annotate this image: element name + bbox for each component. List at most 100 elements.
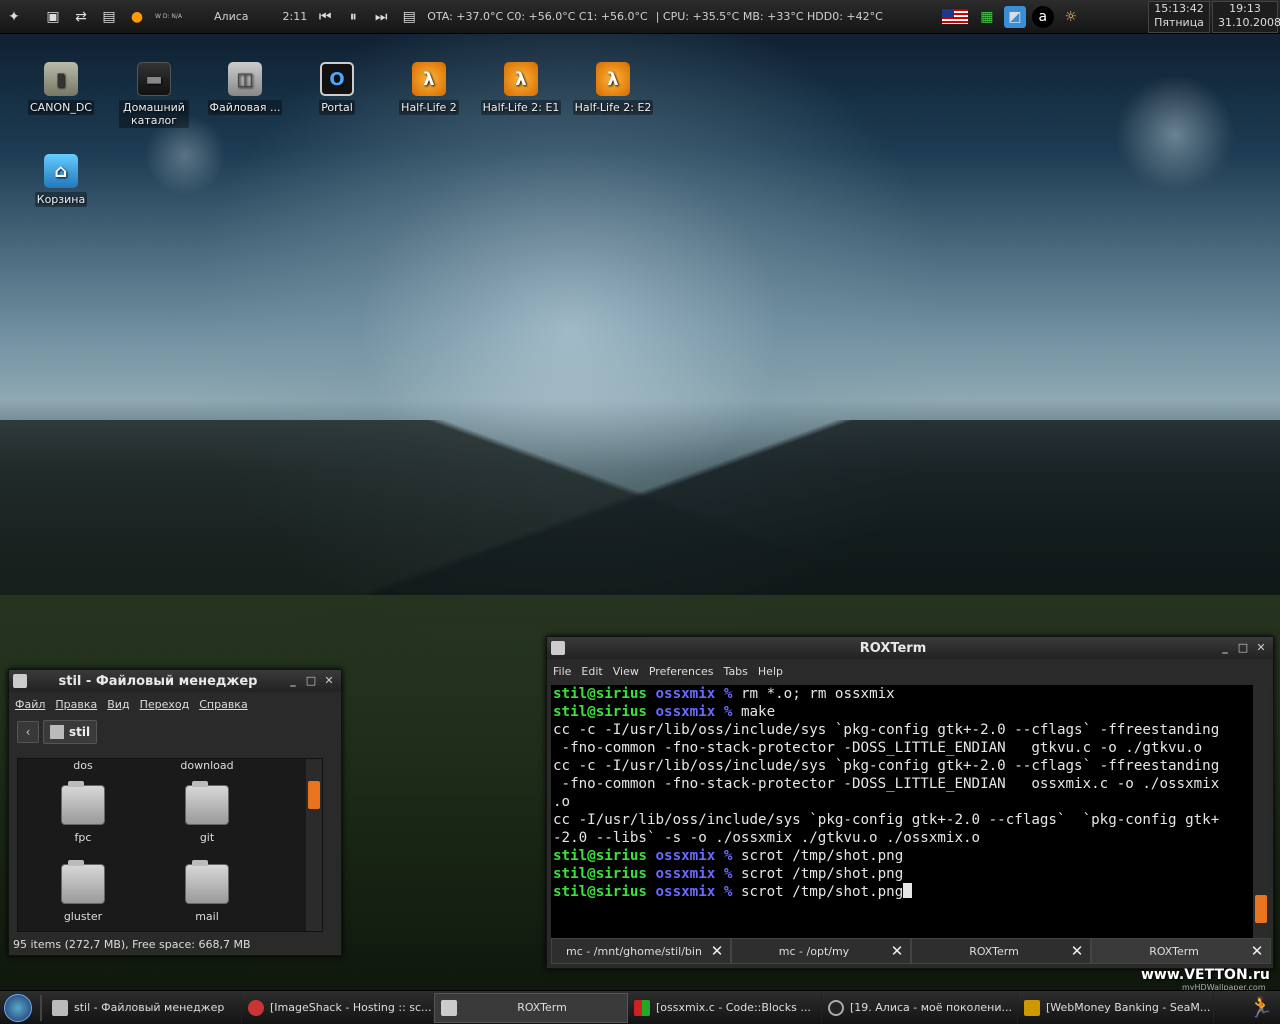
file-item[interactable]: gluster [28, 860, 138, 923]
scrollbar-thumb[interactable] [308, 781, 320, 809]
menu-go[interactable]: Переход [140, 698, 190, 711]
weather-icon: ● [130, 8, 144, 25]
terminal-tab-active[interactable]: ROXTerm ✕ [1091, 938, 1271, 964]
scrollbar-thumb[interactable] [1255, 895, 1267, 923]
codeblocks-icon [634, 999, 650, 1016]
taskbar-separator [40, 994, 42, 1021]
app-menu-icon[interactable]: ✦ [3, 6, 25, 28]
tab-close-icon[interactable]: ✕ [710, 942, 724, 960]
folder-icon [61, 860, 105, 904]
taskbar-item-codeblocks[interactable]: [ossxmix.c - Code::Blocks ... [628, 992, 822, 1023]
close-icon[interactable]: ✕ [1253, 640, 1269, 656]
taskbar-item-player[interactable]: [19. Алиса - моё поколени... [822, 992, 1018, 1023]
terminal-line: -fno-common -fno-stack-protector -DOSS_L… [553, 740, 1203, 756]
maximize-icon[interactable]: □ [1235, 640, 1251, 656]
file-item[interactable]: download [152, 759, 262, 772]
weather-status: W D: N/A [155, 13, 183, 20]
tray-app-icon[interactable]: ▦ [976, 6, 998, 28]
menu-edit[interactable]: Edit [581, 665, 602, 678]
terminal-tab[interactable]: mc - /opt/my ✕ [731, 938, 911, 964]
taskbar-item-roxterm[interactable]: ROXTerm [434, 992, 628, 1023]
taskbar-item-imageshack[interactable]: [ImageShack - Hosting :: sc... [242, 992, 434, 1023]
terminal-tab[interactable]: ROXTerm ✕ [911, 938, 1091, 964]
start-menu-icon[interactable] [4, 993, 32, 1022]
player-time: 2:11 [282, 10, 308, 23]
tab-close-icon[interactable]: ✕ [1250, 942, 1264, 960]
desktop-icon-hl2[interactable]: λ Half-Life 2 [386, 62, 472, 115]
temperature-sensors: OTA: +37.0°C C0: +56.0°C C1: +56.0°C [427, 10, 648, 23]
tray-weather-icon[interactable]: ☼ [1060, 6, 1082, 28]
terminal-titlebar[interactable]: ROXTerm _ □ ✕ [547, 637, 1273, 659]
path-button[interactable]: stil [43, 720, 98, 744]
menu-help[interactable]: Справка [199, 698, 247, 711]
minimize-icon[interactable]: _ [285, 673, 301, 689]
tab-close-icon[interactable]: ✕ [1070, 942, 1084, 960]
player-icon [828, 999, 844, 1016]
prev-track-icon[interactable]: ⏮ [314, 6, 336, 28]
menu-view[interactable]: View [613, 665, 639, 678]
terminal-launcher-icon[interactable]: ▣ [42, 6, 64, 28]
terminal-line: cc -I/usr/lib/oss/include/sys `pkg-confi… [553, 812, 1220, 828]
file-manager-window-icon [13, 674, 27, 688]
wallpaper-watermark: www.VETTON.ru [1141, 967, 1270, 983]
desktop-icon-hl2-e2[interactable]: λ Half-Life 2: E2 [570, 62, 656, 115]
half-life-icon: λ [596, 62, 630, 96]
minimize-icon[interactable]: _ [1217, 640, 1233, 656]
terminal-line: -2.0 --libs` -s -o ./ossxmix ./gtkvu.o .… [553, 830, 981, 846]
clock-time[interactable]: 15:13:42 Пятница [1148, 1, 1210, 33]
terminal-line: stil@sirius ossxmix % rm *.o; rm ossxmix [553, 686, 895, 702]
desktop-icon-file-manager[interactable]: ◫ Файловая ... [202, 62, 288, 115]
file-item[interactable]: dos [28, 759, 138, 772]
file-item[interactable]: git [152, 781, 262, 844]
file-item[interactable]: fpc [28, 781, 138, 844]
storage-icon[interactable]: ▤ [98, 6, 120, 28]
home-folder-icon: ▬ [137, 62, 171, 96]
menu-tabs[interactable]: Tabs [724, 665, 748, 678]
menu-edit[interactable]: Правка [55, 698, 97, 711]
menu-file[interactable]: Файл [15, 698, 45, 711]
network-icon[interactable]: ⇄ [70, 6, 92, 28]
terminal-icon [441, 999, 457, 1016]
desktop-icon-home[interactable]: ▬ Домашний каталог [111, 62, 197, 128]
desktop-icon-portal[interactable]: O Portal [294, 62, 380, 115]
menu-help[interactable]: Help [758, 665, 783, 678]
file-manager-icon [52, 999, 68, 1016]
half-life-icon: λ [504, 62, 538, 96]
maximize-icon[interactable]: □ [303, 673, 319, 689]
running-man-icon[interactable]: 🏃 [1248, 995, 1274, 1021]
tab-close-icon[interactable]: ✕ [890, 942, 904, 960]
folder-icon [61, 781, 105, 825]
terminal-window: ROXTerm _ □ ✕ File Edit View Preferences… [546, 636, 1274, 969]
tray-network-icon[interactable]: ◩ [1003, 5, 1026, 28]
menu-view[interactable]: Вид [107, 698, 129, 711]
terminal-tab[interactable]: mc - /mnt/ghome/stil/bin ✕ [551, 938, 731, 964]
taskbar: stil - Файловый менеджер [ImageShack - H… [0, 990, 1280, 1024]
back-button[interactable]: ‹ [17, 721, 39, 743]
terminal-tabs: mc - /mnt/ghome/stil/bin ✕ mc - /opt/my … [551, 938, 1271, 964]
desktop-icon-hl2-e1[interactable]: λ Half-Life 2: E1 [478, 62, 564, 115]
terminal-scrollbar[interactable] [1253, 685, 1269, 939]
desktop-icon-canon[interactable]: ▮ CANON_DC [18, 62, 104, 115]
file-manager-toolbar: ‹ stil [9, 716, 341, 748]
terminal-output[interactable]: stil@sirius ossxmix % rm *.o; rm ossxmix… [551, 685, 1255, 939]
status-bar: 95 items (272,7 MB), Free space: 668,7 M… [13, 938, 251, 951]
menu-file[interactable]: File [553, 665, 571, 678]
file-manager-titlebar[interactable]: stil - Файловый менеджер _ □ ✕ [9, 670, 341, 692]
folder-icon [50, 725, 64, 739]
file-manager-menubar: Файл Правка Вид Переход Справка [9, 692, 341, 716]
file-view-scrollbar[interactable] [306, 759, 322, 931]
file-item[interactable]: mail [152, 860, 262, 923]
clock-date[interactable]: 19:13 31.10.2008 [1212, 1, 1280, 33]
keyboard-layout-flag-icon[interactable] [940, 8, 969, 25]
taskbar-item-webmoney[interactable]: [WebMoney Banking - SeaM... [1018, 992, 1214, 1023]
menu-preferences[interactable]: Preferences [649, 665, 714, 678]
terminal-line: cc -c -I/usr/lib/oss/include/sys `pkg-co… [553, 722, 1220, 738]
taskbar-item-file-manager[interactable]: stil - Файловый менеджер [46, 992, 242, 1023]
terminal-line: stil@sirius ossxmix % scrot /tmp/shot.pn… [553, 848, 904, 864]
next-track-icon[interactable]: ⏭ [370, 6, 392, 28]
pause-icon[interactable]: ⏸ [342, 6, 364, 28]
close-icon[interactable]: ✕ [321, 673, 337, 689]
file-view: dos download fpc git gluster mail [17, 758, 323, 932]
desktop-icon-trash[interactable]: ⌂ Корзина [18, 154, 104, 207]
tray-a-icon[interactable]: a [1031, 5, 1054, 28]
